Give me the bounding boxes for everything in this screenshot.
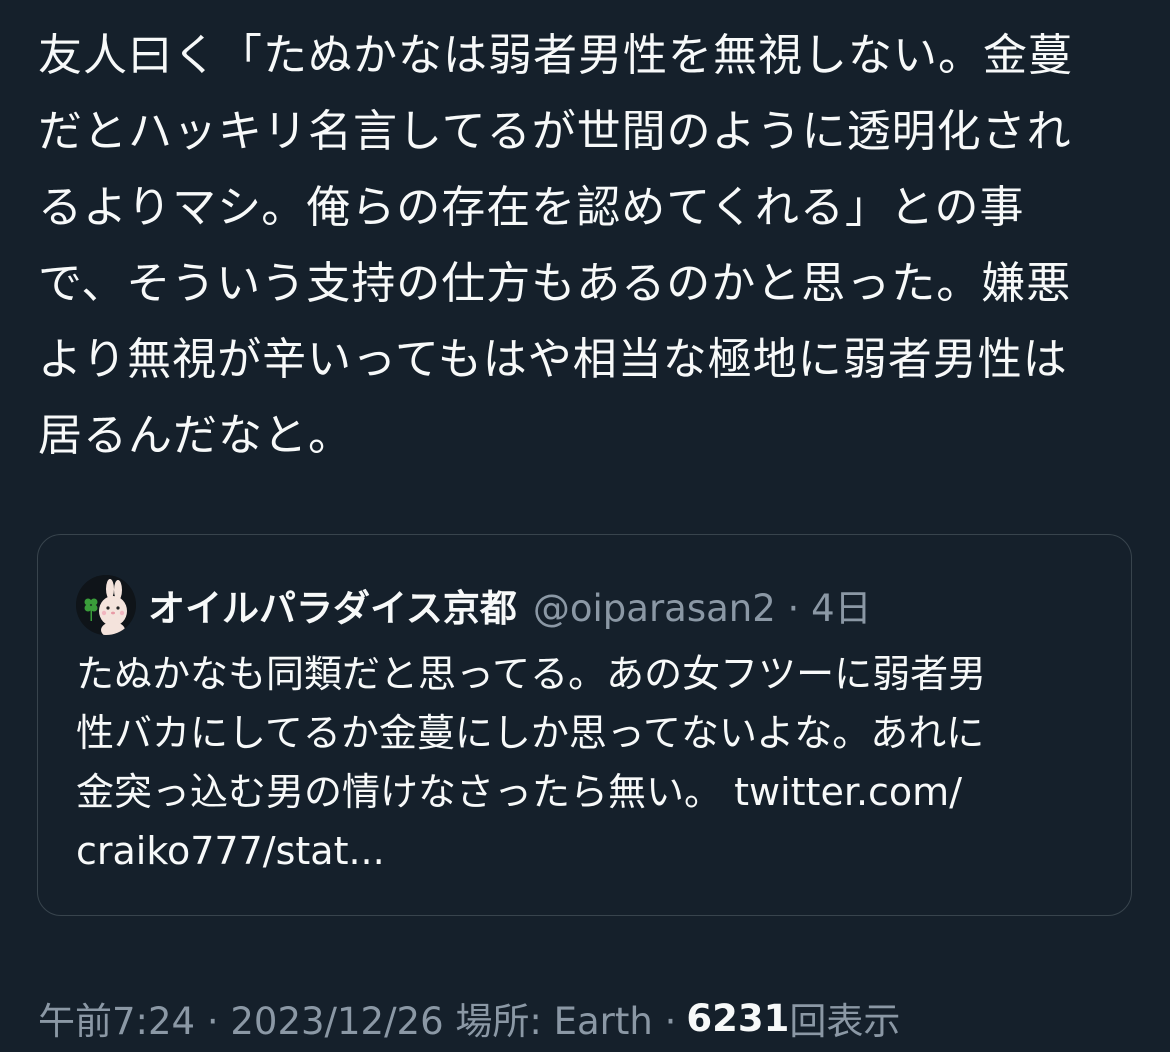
quoted-text-line: たぬかなも同類だと思ってる。あの女フツーに弱者男 (76, 652, 987, 696)
bunny-clover-avatar-icon (76, 575, 136, 635)
quoted-author-handle-time: @oiparasan2 · 4日 (532, 587, 872, 630)
tweet-text-line: るよりマシ。俺らの存在を認めてくれる」との事 (38, 182, 1025, 233)
views-count: 6231 (686, 996, 790, 1040)
tweet-text-line: 友人曰く「たぬかなは弱者男性を無視しない。金蔓 (38, 30, 1073, 81)
quoted-text-line: 金突っ込む男の情けなさったら無い。 twitter.com/ (76, 763, 1096, 822)
tweet-link-continued[interactable]: craiko777/stat... (76, 822, 1096, 881)
quoted-tweet-card[interactable]: オイルパラダイス京都 @oiparasan2 · 4日 たぬかなも同類だと思って… (37, 534, 1132, 916)
tweet-text: 友人曰く「たぬかなは弱者男性を無視しない。金蔓 だとハッキリ名言してるが世間のよ… (38, 18, 1138, 474)
quoted-author-name[interactable]: オイルパラダイス京都 (148, 578, 517, 632)
tweet-text-line: 居るんだなと。 (38, 410, 353, 461)
avatar[interactable] (76, 575, 136, 635)
quoted-tweet-header: オイルパラダイス京都 @oiparasan2 · 4日 (76, 573, 872, 637)
tweet-metadata: 午前7:24 · 2023/12/26 場所: Earth · 6231 回表示 (38, 990, 900, 1046)
tweet-text-line: で、そういう支持の仕方もあるのかと思った。嫌悪 (38, 258, 1072, 309)
tweet-link[interactable]: twitter.com/ (734, 770, 962, 814)
quoted-text-line-part: 金突っ込む男の情けなさったら無い。 (76, 770, 723, 814)
views-label: 回表示 (789, 1000, 901, 1043)
quoted-text-line: 性バカにしてるか金蔓にしか思ってないよな。あれに (76, 711, 985, 755)
tweet-text-line: より無視が辛いってもはや相当な極地に弱者男性は (38, 334, 1068, 385)
timestamp-location[interactable]: 午前7:24 · 2023/12/26 場所: Earth · (38, 991, 676, 1045)
tweet-text-line: だとハッキリ名言してるが世間のように透明化され (38, 106, 1072, 157)
quoted-tweet-text: たぬかなも同類だと思ってる。あの女フツーに弱者男 性バカにしてるか金蔓にしか思っ… (76, 645, 1096, 881)
